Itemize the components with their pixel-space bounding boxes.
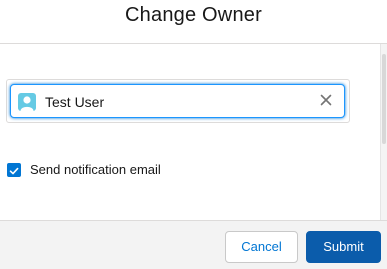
send-notification-checkbox[interactable] [7, 163, 21, 177]
checkmark-icon [9, 167, 19, 175]
selected-owner-name: Test User [45, 94, 105, 110]
modal-body [0, 44, 380, 220]
modal-title: Change Owner [125, 4, 262, 26]
modal-body-scrollbar[interactable] [380, 44, 387, 220]
change-owner-modal: Change Owner Test User Send notification… [0, 0, 387, 269]
modal-header: Change Owner [0, 0, 387, 44]
scrollbar-thumb[interactable] [382, 54, 386, 144]
send-notification-label[interactable]: Send notification email [30, 162, 161, 177]
submit-button[interactable]: Submit [306, 231, 381, 263]
cancel-button[interactable]: Cancel [225, 231, 298, 263]
close-icon[interactable] [318, 91, 334, 109]
user-avatar-icon [18, 93, 36, 111]
